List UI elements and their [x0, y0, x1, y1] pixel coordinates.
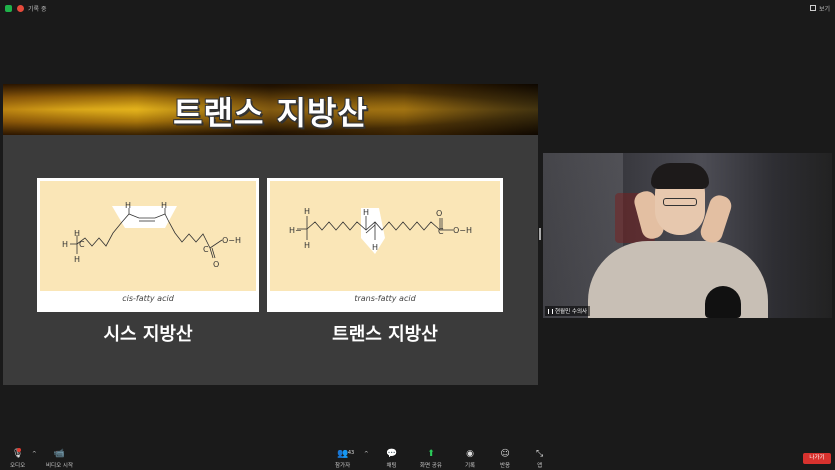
view-icon: [809, 5, 816, 11]
svg-text:H: H: [363, 208, 369, 217]
chat-icon: 💬: [386, 449, 398, 459]
shared-screen: 트랜스 지방산 HHCH HH C O O−H cis-fatty acid H…: [3, 84, 538, 385]
participants-label: 참가자: [335, 463, 351, 469]
record-button[interactable]: ◉ 기록: [465, 449, 475, 469]
participants-button[interactable]: 👥 43 참가자: [335, 449, 355, 469]
svg-text:O−H: O−H: [222, 236, 241, 245]
microphone-icon: 🎙: [11, 448, 24, 459]
resize-handle[interactable]: [539, 228, 541, 240]
reactions-button[interactable]: ☺ 반응: [500, 449, 510, 469]
chat-label: 채팅: [386, 463, 397, 469]
audio-label: 오디오: [10, 463, 26, 469]
trans-label: 트랜스 지방산: [332, 324, 438, 345]
participants-icon: 👥 43: [336, 449, 355, 459]
participant-name-tag: 현월민 수의사: [545, 306, 591, 316]
cis-caption: cis-fatty acid: [122, 294, 174, 303]
top-bar: 기록 중 보기: [0, 0, 835, 16]
audio-options-caret[interactable]: ^: [32, 451, 37, 457]
svg-text:C: C: [79, 240, 85, 249]
trans-structure-card: H H− H HH O C O−H trans-fatty acid: [267, 178, 503, 312]
meeting-toolbar: 🎙 오디오 ^ 📹 비디오 시작 👥 43 참가자 ^ 💬 채팅 ⬆ 화면 공유 …: [0, 445, 835, 470]
chat-button[interactable]: 💬 채팅: [386, 449, 397, 469]
participants-count: 43: [347, 450, 355, 456]
reactions-label: 반응: [500, 463, 511, 469]
audio-level-icon: [548, 308, 553, 314]
svg-text:H: H: [74, 255, 80, 264]
microphone-stand: [705, 286, 741, 318]
svg-text:H: H: [62, 240, 68, 249]
mute-indicator: [16, 448, 21, 452]
svg-text:C: C: [203, 245, 209, 254]
video-label: 비디오 시작: [46, 463, 74, 469]
recording-status: 기록 중: [28, 5, 47, 13]
person-glasses: [663, 198, 697, 206]
leave-button[interactable]: 나가기: [803, 453, 831, 464]
video-camera-icon: 📹: [53, 449, 66, 459]
participant-video[interactable]: 현월민 수의사: [543, 153, 832, 318]
svg-text:C: C: [438, 227, 444, 236]
shield-icon[interactable]: [5, 4, 12, 12]
trans-fatty-acid-diagram: HH−H HH OC O−H: [289, 207, 472, 254]
apps-button[interactable]: ⤡ 앱: [536, 449, 543, 469]
share-screen-button[interactable]: ⬆ 화면 공유: [420, 449, 442, 469]
cis-fatty-acid-diagram: HH CH HH COO−H: [62, 201, 241, 269]
participants-options-caret[interactable]: ^: [364, 451, 369, 457]
person-body: [588, 241, 768, 318]
video-button[interactable]: 📹 비디오 시작: [46, 449, 73, 469]
record-label: 기록: [465, 463, 476, 469]
person-hair: [651, 163, 709, 189]
svg-text:H−: H−: [289, 226, 302, 235]
svg-text:H: H: [304, 207, 310, 216]
svg-text:H: H: [161, 201, 167, 210]
svg-text:H: H: [125, 201, 131, 210]
cis-structure-card: HHCH HH C O O−H cis-fatty acid: [37, 178, 259, 312]
view-label: 보기: [818, 5, 830, 13]
svg-text:O: O: [213, 260, 219, 269]
svg-text:O: O: [436, 209, 442, 218]
svg-text:H: H: [74, 229, 80, 238]
trans-caption: trans-fatty acid: [354, 294, 416, 303]
share-screen-icon: ⬆: [427, 449, 435, 459]
record-circle-icon: ◉: [466, 449, 474, 459]
record-icon: [17, 4, 24, 12]
share-label: 화면 공유: [420, 463, 442, 469]
svg-text:O−H: O−H: [453, 226, 472, 235]
apps-label: 앱: [537, 463, 543, 469]
reaction-icon: ☺: [500, 449, 510, 459]
participant-name: 현월민 수의사: [555, 309, 588, 315]
view-button[interactable]: 보기: [809, 4, 830, 13]
audio-button[interactable]: 🎙 오디오: [10, 448, 26, 469]
svg-text:H: H: [372, 243, 378, 252]
cis-label: 시스 지방산: [103, 324, 193, 345]
svg-text:H: H: [304, 241, 310, 250]
slide-title: 트랜스 지방산: [173, 94, 368, 132]
apps-icon: ⤡: [536, 449, 544, 459]
